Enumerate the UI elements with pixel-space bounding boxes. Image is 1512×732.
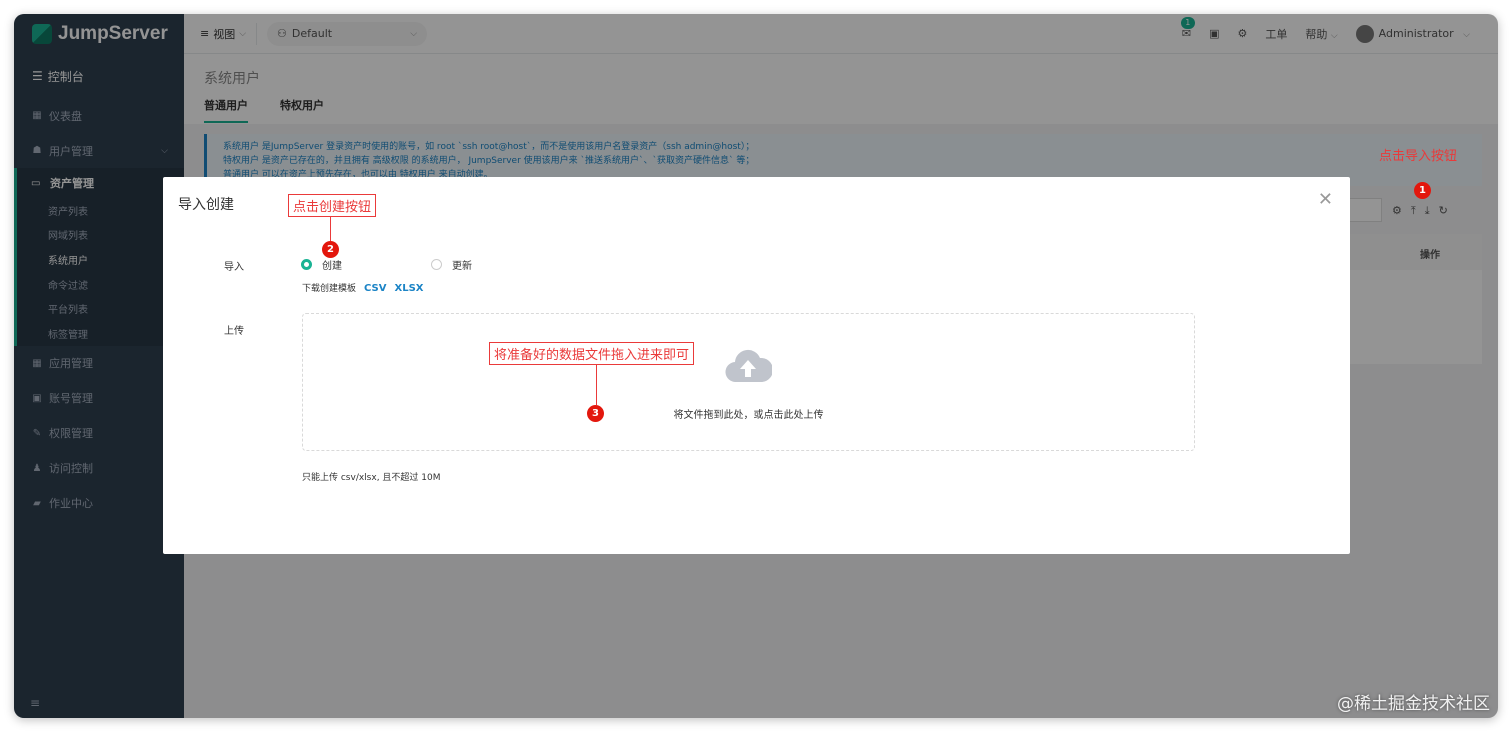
- annotation-line: [596, 364, 597, 405]
- radio-create[interactable]: 创建: [301, 257, 342, 272]
- template-download: 下载创建模板 CSV XLSX: [302, 281, 423, 294]
- annotation-number-3: 3: [587, 405, 604, 422]
- upload-limit-hint: 只能上传 csv/xlsx, 且不超过 10M: [302, 473, 441, 483]
- annotation-import-hint: 点击导入按钮: [1379, 149, 1458, 164]
- upload-label: 上传: [224, 326, 244, 337]
- download-xlsx-link[interactable]: XLSX: [394, 283, 423, 294]
- annotation-drop-hint: 将准备好的数据文件拖入进来即可: [489, 342, 695, 365]
- import-dialog: 导入创建 ✕ 导入 创建 更新 下载创建模板 CSV XLSX 上传 将文件拖到…: [163, 177, 1350, 554]
- annotation-create-hint: 点击创建按钮: [288, 194, 377, 217]
- download-csv-link[interactable]: CSV: [364, 283, 386, 294]
- close-icon[interactable]: ✕: [1318, 189, 1333, 210]
- radio-label: 创建: [322, 261, 342, 272]
- upload-cloud-icon: [725, 349, 772, 383]
- dropzone-text: 将文件拖到此处，或点击此处上传: [673, 410, 824, 421]
- app-window: JumpServer ☰ 控制台 ▦ 仪表盘 ☗ 用户管理 ⌵ ▭ 资产管理 资…: [14, 14, 1498, 718]
- template-label: 下载创建模板: [302, 284, 357, 294]
- radio-update[interactable]: 更新: [431, 257, 472, 272]
- watermark: @稀土掘金技术社区: [1337, 694, 1490, 714]
- annotation-number-2: 2: [322, 241, 339, 258]
- import-label: 导入: [224, 262, 244, 273]
- radio-unchecked-icon: [431, 259, 442, 270]
- radio-label: 更新: [452, 261, 472, 272]
- annotation-number-1: 1: [1414, 182, 1431, 199]
- upload-dropzone[interactable]: 将文件拖到此处，或点击此处上传: [302, 313, 1195, 451]
- annotation-line: [330, 216, 331, 242]
- radio-checked-icon: [301, 259, 312, 270]
- dialog-title: 导入创建: [178, 197, 234, 213]
